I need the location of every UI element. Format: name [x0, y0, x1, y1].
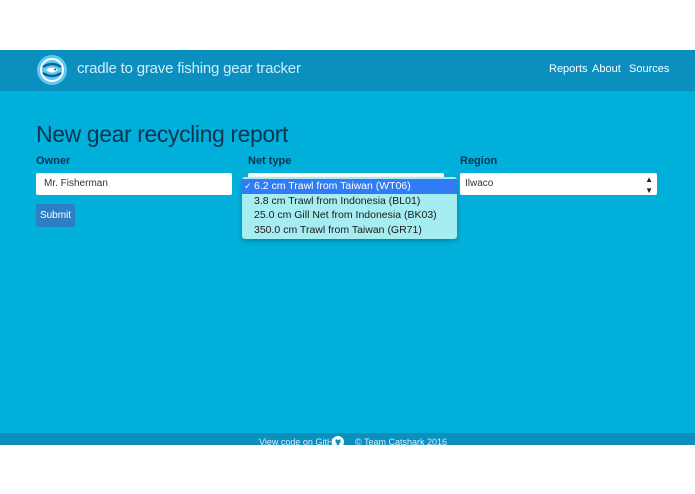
github-icon[interactable] [332, 436, 344, 445]
page-title: New gear recycling report [36, 121, 289, 147]
top-margin [0, 0, 695, 50]
net-type-option[interactable]: ✓ 6.2 cm Trawl from Taiwan (WT06) [242, 179, 457, 194]
net-type-option[interactable]: 3.8 cm Trawl from Indonesia (BL01) [242, 194, 457, 209]
net-type-label: Net type [248, 155, 292, 167]
net-type-option[interactable]: 350.0 cm Trawl from Taiwan (GR71) [242, 223, 457, 238]
brand-title[interactable]: cradle to grave fishing gear tracker [77, 60, 301, 77]
github-link[interactable]: View code on GitHub [259, 437, 343, 445]
region-label: Region [460, 155, 498, 167]
region-select-value: Ilwaco [465, 178, 494, 189]
net-type-dropdown-menu: ✓ 6.2 cm Trawl from Taiwan (WT06) 3.8 cm… [242, 177, 457, 239]
footer: View code on GitHub © Team Catshark 2016 [0, 433, 695, 445]
region-select[interactable]: Ilwaco ▲ ▼ [460, 173, 657, 195]
nav-link-about[interactable]: About [592, 63, 621, 75]
fish-cycle-logo-icon[interactable] [36, 54, 68, 86]
submit-button[interactable]: Submit [36, 204, 75, 227]
nav-link-reports[interactable]: Reports [549, 63, 588, 75]
main-content: New gear recycling report Owner Net type… [0, 91, 695, 433]
copyright-text: © Team Catshark 2016 [355, 437, 448, 445]
owner-label: Owner [36, 155, 71, 167]
bottom-margin [0, 445, 695, 494]
owner-input[interactable]: Mr. Fisherman [36, 173, 232, 195]
navbar: cradle to grave fishing gear tracker Rep… [0, 50, 695, 91]
nav-link-sources[interactable]: Sources [629, 63, 669, 75]
select-arrows-icon: ▲ ▼ [645, 175, 653, 195]
net-type-option[interactable]: 25.0 cm Gill Net from Indonesia (BK03) [242, 208, 457, 223]
checkmark-icon: ✓ [244, 181, 252, 191]
